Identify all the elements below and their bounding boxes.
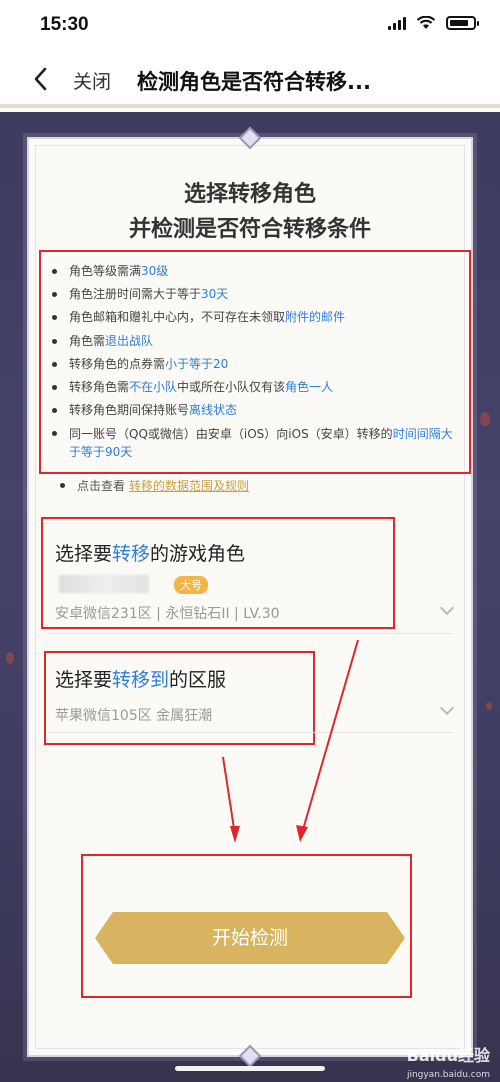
rule-item: 角色等级需满30级 — [49, 260, 463, 283]
close-button[interactable]: 关闭 — [73, 67, 111, 94]
back-icon[interactable] — [30, 66, 52, 92]
chevron-down-icon[interactable] — [439, 700, 455, 716]
view-rules: 点击查看 转移的数据范围及规则 — [57, 477, 249, 494]
rules-link[interactable]: 转移的数据范围及规则 — [129, 479, 249, 493]
rules-annotation: 角色等级需满30级 角色注册时间需大于等于30天 角色邮箱和赠礼中心内，不可存在… — [39, 250, 471, 474]
card-title-line1: 选择转移角色 — [183, 182, 316, 207]
ember-decoration — [480, 412, 490, 426]
card-title: 选择转移角色 并检测是否符合转移条件 — [29, 177, 471, 247]
rule-item: 角色需退出战队 — [49, 330, 463, 353]
signal-icon — [388, 16, 406, 30]
rules-list: 角色等级需满30级 角色注册时间需大于等于30天 角色邮箱和赠礼中心内，不可存在… — [49, 260, 463, 461]
page-title: 检测角色是否符合转移... — [137, 70, 371, 94]
ember-decoration — [6, 652, 14, 664]
status-icons — [388, 16, 479, 30]
watermark-logo: Baidu经验 — [406, 1046, 490, 1065]
rule-item: 角色注册时间需大于等于30天 — [49, 283, 463, 306]
home-indicator — [175, 1066, 325, 1071]
chevron-down-icon[interactable] — [439, 600, 455, 616]
select-server-title: 选择要转移到的区服 — [55, 669, 227, 691]
nav-bar: 关闭 检测角色是否符合转移... — [0, 50, 500, 108]
divider — [49, 732, 453, 733]
ember-decoration — [486, 702, 492, 710]
status-time: 15:30 — [40, 14, 89, 35]
status-bar: 15:30 — [0, 0, 500, 50]
rule-item: 转移角色期间保持账号离线状态 — [49, 399, 463, 422]
wifi-icon — [416, 16, 436, 29]
server-detail: 苹果微信105区 金属狂潮 — [55, 708, 213, 724]
rule-item: 转移角色需不在小队中或所在小队仅有该角色一人 — [49, 376, 463, 399]
divider — [49, 633, 453, 634]
select-role-title: 选择要转移的游戏角色 — [55, 543, 246, 565]
battery-icon — [446, 16, 479, 30]
watermark-site: jingyan.baidu.com — [406, 1070, 490, 1080]
card-title-line2: 并检测是否符合转移条件 — [128, 217, 371, 242]
rule-item: 转移角色的点券需小于等于20 — [49, 353, 463, 376]
role-tag-badge: 大号 — [174, 576, 208, 594]
rule-item: 同一账号（QQ或微信）由安卓（iOS）向iOS（安卓）转移的时间间隔大于等于90… — [49, 422, 463, 461]
start-check-label: 开始检测 — [211, 927, 288, 949]
rule-item: 角色邮箱和赠礼中心内，不可存在未领取附件的邮件 — [49, 306, 463, 329]
role-name-blurred — [59, 575, 149, 593]
role-detail: 安卓微信231区 | 永恒钻石II | LV.30 — [55, 606, 280, 622]
start-check-button[interactable]: 开始检测 — [95, 912, 405, 964]
